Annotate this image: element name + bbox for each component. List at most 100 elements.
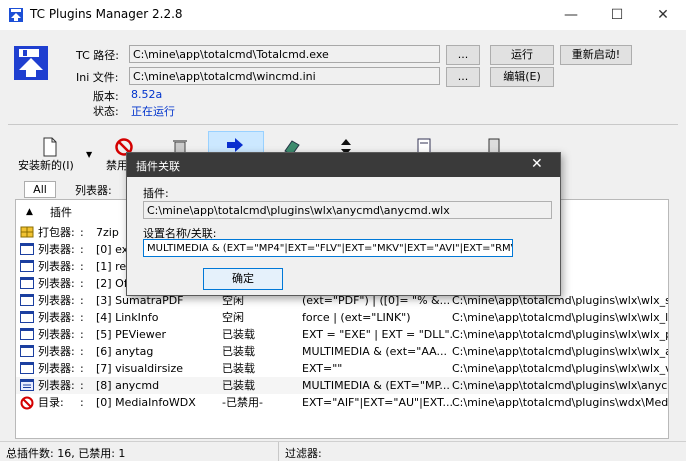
table-row[interactable]: 列表器:: [8] anycmd 已装载 MULTIMEDIA & (EXT="MP.…: [16, 377, 668, 394]
row-state: 已装载: [222, 379, 255, 392]
lister-icon: [20, 345, 34, 357]
row-association: EXT = "EXE" | EXT = "DLL"...: [302, 328, 452, 341]
row-association: EXT="AIF"|EXT="AU"|EXT...: [302, 396, 452, 409]
version-value: 8.52a: [131, 88, 163, 101]
row-name: [8] anycmd: [96, 379, 160, 392]
row-name: [5] PEViewer: [96, 328, 167, 341]
row-association: MULTIMEDIA & (ext="AA...: [302, 345, 447, 358]
row-type: 列表器:: [38, 328, 75, 341]
dialog-association-input[interactable]: MULTIMEDIA & (EXT="MP4"|EXT="FLV"|EXT="M…: [143, 239, 513, 257]
status-value: 正在运行: [131, 105, 175, 118]
status-bar: 总插件数: 16, 已禁用: 1 过滤器:: [0, 441, 686, 461]
column-header-plugin[interactable]: 插件: [50, 204, 72, 221]
row-separator: :: [80, 379, 84, 392]
row-type: 列表器:: [38, 345, 75, 358]
ini-field[interactable]: C:\mine\app\totalcmd\wincmd.ini: [129, 67, 440, 85]
row-separator: :: [80, 260, 84, 273]
ini-browse-button[interactable]: ...: [446, 67, 480, 87]
row-state: 已装载: [222, 328, 255, 341]
row-name: [6] anytag: [96, 345, 154, 358]
dialog-title-bar: 插件关联 ✕: [127, 153, 560, 177]
row-separator: :: [80, 277, 84, 290]
restart-button[interactable]: 重新启动!: [560, 45, 632, 65]
lister-icon: [20, 260, 34, 272]
row-type: 列表器:: [38, 379, 75, 392]
lister-icon: [20, 328, 34, 340]
row-separator: :: [80, 345, 84, 358]
status-divider: [278, 442, 279, 461]
new-file-icon[interactable]: [40, 137, 60, 157]
status-filter-label: 过滤器:: [285, 447, 322, 460]
minimize-button[interactable]: —: [548, 0, 594, 30]
lister-icon: [20, 294, 34, 306]
table-row[interactable]: 列表器:: [6] anytag 已装载 MULTIMEDIA & (ext="AA.…: [16, 343, 668, 360]
row-state: -已禁用-: [222, 396, 263, 409]
row-path: C:\mine\app\totalcmd\plugins\wlx\wlx_pe: [452, 328, 668, 341]
dialog-title: 插件关联: [136, 160, 180, 173]
lister-icon: [20, 243, 34, 255]
row-type: 打包器:: [38, 226, 75, 239]
row-association: force | (ext="LINK"): [302, 311, 411, 324]
row-path: C:\mine\app\totalcmd\plugins\wdx\MediaI: [452, 396, 668, 409]
lister-icon: [20, 362, 34, 374]
ini-label: Ini 文件:: [76, 71, 119, 84]
title-bar: TC Plugins Manager 2.2.8 — ☐ ✕: [0, 0, 686, 30]
row-type: 目录:: [38, 396, 64, 409]
tab-all[interactable]: All: [24, 181, 56, 198]
header-separator: [8, 124, 678, 125]
lister-icon: [20, 311, 34, 323]
app-icon: [9, 8, 23, 22]
tab-lister[interactable]: 列表器:: [75, 182, 112, 198]
table-row[interactable]: 列表器:: [5] PEViewer 已装载 EXT = "EXE" | EXT = …: [16, 326, 668, 343]
table-row[interactable]: 列表器:: [7] visualdirsize 已装载 EXT="" C:\mine\a…: [16, 360, 668, 377]
dialog-ok-button[interactable]: 确定: [203, 268, 283, 290]
row-state: 已装载: [222, 362, 255, 375]
row-separator: :: [80, 243, 84, 256]
row-type: 列表器:: [38, 277, 75, 290]
close-button[interactable]: ✕: [640, 0, 686, 30]
row-type: 列表器:: [38, 362, 75, 375]
version-label: 版本:: [93, 90, 119, 103]
row-name: [7] visualdirsize: [96, 362, 184, 375]
row-separator: :: [80, 362, 84, 375]
window-title: TC Plugins Manager 2.2.8: [30, 7, 183, 21]
disabled-icon: [20, 396, 34, 410]
edit-button[interactable]: 编辑(E): [490, 67, 554, 87]
table-row[interactable]: 目录:: [0] MediaInfoWDX -已禁用- EXT="AIF"|EXT="…: [16, 394, 668, 411]
run-button[interactable]: 运行: [490, 45, 554, 65]
lister-icon: [20, 379, 34, 391]
install-new-button[interactable]: 安装新的(I): [18, 157, 74, 173]
row-path: C:\mine\app\totalcmd\plugins\wlx\anycmd: [452, 379, 668, 392]
row-type: 列表器:: [38, 260, 75, 273]
row-type: 列表器:: [38, 294, 75, 307]
dialog-close-icon[interactable]: ✕: [531, 156, 543, 172]
row-association: MULTIMEDIA & (EXT="MP...: [302, 379, 450, 392]
row-path: C:\mine\app\totalcmd\plugins\wlx\wlx_vis: [452, 362, 668, 375]
row-separator: :: [80, 328, 84, 341]
dialog-plugin-field: C:\mine\app\totalcmd\plugins\wlx\anycmd\…: [143, 201, 552, 219]
status-label: 状态:: [93, 105, 119, 118]
association-dialog: 插件关联 ✕ 插件: C:\mine\app\totalcmd\plugins\…: [126, 152, 561, 296]
sort-up-icon[interactable]: ▲: [26, 204, 33, 221]
tc-path-browse-button[interactable]: ...: [446, 45, 480, 65]
dialog-plugin-label: 插件:: [143, 187, 169, 200]
logo-icon: [14, 46, 48, 80]
row-state: 已装载: [222, 345, 255, 358]
row-path: C:\mine\app\totalcmd\plugins\wlx\wlx_an: [452, 345, 668, 358]
row-type: 列表器:: [38, 243, 75, 256]
row-separator: :: [80, 311, 84, 324]
row-state: 空闲: [222, 311, 244, 324]
row-separator: :: [80, 294, 84, 307]
archive-icon: [20, 226, 34, 238]
status-total: 总插件数: 16, 已禁用: 1: [6, 447, 126, 460]
maximize-button[interactable]: ☐: [594, 0, 640, 30]
install-dropdown-arrow-icon[interactable]: ▼: [86, 150, 92, 159]
row-path: C:\mine\app\totalcmd\plugins\wlx\wlx_lin…: [452, 311, 668, 324]
table-row[interactable]: 列表器:: [4] LinkInfo 空闲 force | (ext="LINK") C…: [16, 309, 668, 326]
tc-path-field[interactable]: C:\mine\app\totalcmd\Totalcmd.exe: [129, 45, 440, 63]
row-name: [0] MediaInfoWDX: [96, 396, 196, 409]
row-separator: :: [80, 226, 84, 239]
tc-path-label: TC 路径:: [76, 49, 119, 62]
row-name: [4] LinkInfo: [96, 311, 159, 324]
row-separator: :: [80, 396, 84, 409]
